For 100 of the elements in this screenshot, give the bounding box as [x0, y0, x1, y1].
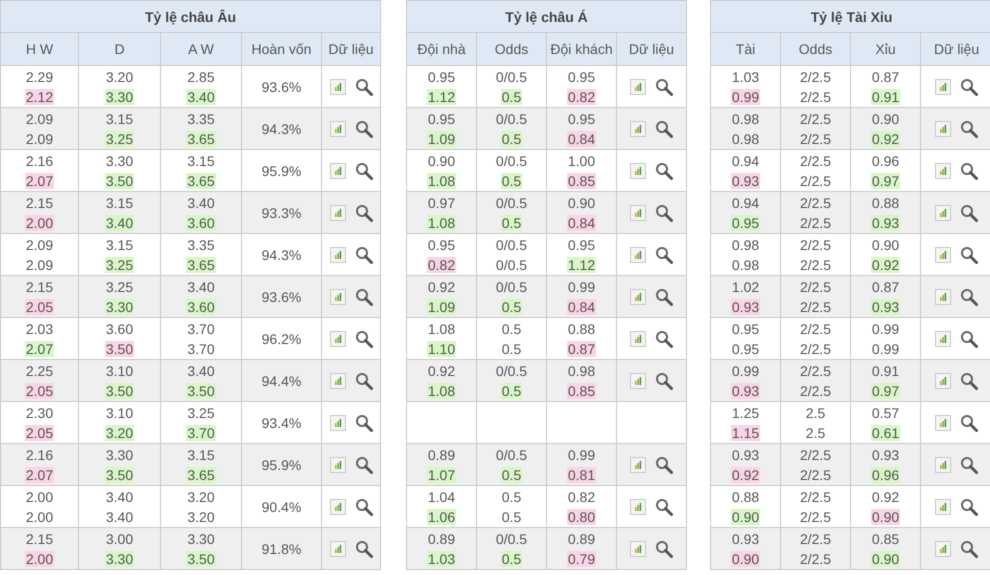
search-icon[interactable]	[354, 120, 372, 138]
closing-odds: 0.87	[566, 340, 596, 356]
search-icon[interactable]	[960, 288, 978, 306]
closing-odds: 2.07	[24, 340, 54, 356]
chart-icon[interactable]	[935, 498, 952, 514]
chart-icon[interactable]	[330, 330, 346, 346]
closing-odds: 0.5	[500, 382, 522, 398]
chart-icon[interactable]	[630, 204, 646, 220]
opening-odds: 2.00	[26, 488, 54, 504]
chart-icon[interactable]	[630, 456, 646, 472]
chart-icon[interactable]	[935, 78, 952, 94]
closing-odds: 2/2.5	[798, 550, 832, 566]
search-icon[interactable]	[655, 246, 674, 264]
opening-odds: 3.40	[106, 488, 134, 504]
chart-icon[interactable]	[935, 540, 952, 556]
chart-icon[interactable]	[935, 414, 952, 430]
chart-icon[interactable]	[330, 204, 346, 220]
search-icon[interactable]	[655, 540, 674, 558]
opening-odds: 3.40	[187, 362, 215, 378]
search-icon[interactable]	[960, 372, 978, 390]
search-icon[interactable]	[354, 330, 372, 348]
search-icon[interactable]	[960, 204, 978, 222]
search-icon[interactable]	[960, 246, 978, 264]
chart-icon[interactable]	[330, 540, 346, 556]
chart-icon[interactable]	[330, 120, 346, 136]
opening-odds: 1.08	[428, 320, 456, 336]
closing-odds: 3.30	[104, 88, 134, 104]
search-icon[interactable]	[960, 456, 978, 474]
search-icon[interactable]	[960, 414, 978, 432]
chart-icon[interactable]	[935, 330, 952, 346]
chart-icon[interactable]	[630, 120, 646, 136]
chart-icon[interactable]	[330, 78, 346, 94]
opening-odds: 0.93	[732, 530, 760, 546]
search-icon[interactable]	[354, 456, 372, 474]
chart-icon[interactable]	[935, 162, 952, 178]
search-icon[interactable]	[354, 162, 372, 180]
search-icon[interactable]	[655, 456, 674, 474]
search-icon[interactable]	[960, 120, 978, 138]
chart-icon[interactable]	[935, 204, 952, 220]
opening-odds: 0.99	[872, 320, 900, 336]
chart-icon[interactable]	[330, 162, 346, 178]
closing-odds: 3.40	[104, 214, 134, 230]
chart-icon[interactable]	[330, 288, 346, 304]
chart-icon[interactable]	[935, 372, 952, 388]
search-icon[interactable]	[655, 78, 674, 96]
closing-odds: 0.92	[870, 130, 900, 146]
chart-icon[interactable]	[630, 162, 646, 178]
search-icon[interactable]	[960, 162, 978, 180]
search-icon[interactable]	[655, 120, 674, 138]
chart-icon[interactable]	[935, 288, 952, 304]
opening-odds: 0.95	[732, 320, 760, 336]
search-icon[interactable]	[655, 204, 674, 222]
search-icon[interactable]	[655, 162, 674, 180]
closing-odds: 0.98	[730, 256, 760, 272]
opening-odds: 2.16	[26, 152, 54, 168]
closing-odds: 0.98	[730, 130, 760, 146]
chart-icon[interactable]	[330, 456, 346, 472]
opening-odds: 2.09	[26, 236, 54, 252]
chart-icon[interactable]	[330, 498, 346, 514]
search-icon[interactable]	[354, 540, 372, 558]
closing-odds: 2/2.5	[798, 382, 832, 398]
search-icon[interactable]	[354, 204, 372, 222]
search-icon[interactable]	[655, 330, 674, 348]
chart-icon[interactable]	[630, 330, 646, 346]
search-icon[interactable]	[354, 78, 372, 96]
closing-odds: 2/2.5	[798, 214, 832, 230]
chart-icon[interactable]	[630, 540, 646, 556]
search-icon[interactable]	[655, 498, 674, 516]
chart-icon[interactable]	[330, 372, 346, 388]
search-icon[interactable]	[354, 246, 372, 264]
opening-odds: 3.15	[106, 110, 134, 126]
column-header: Odds	[476, 32, 546, 66]
opening-odds: 0/0.5	[496, 194, 528, 210]
closing-odds: 1.15	[730, 424, 760, 440]
chart-icon[interactable]	[630, 288, 646, 304]
closing-odds: 3.30	[104, 298, 134, 314]
chart-icon[interactable]	[630, 498, 646, 514]
opening-odds: 0.95	[568, 68, 596, 84]
chart-icon[interactable]	[935, 246, 952, 262]
chart-icon[interactable]	[935, 120, 952, 136]
chart-icon[interactable]	[630, 246, 646, 262]
search-icon[interactable]	[354, 288, 372, 306]
search-icon[interactable]	[655, 288, 674, 306]
search-icon[interactable]	[960, 330, 978, 348]
chart-icon[interactable]	[630, 78, 646, 94]
search-icon[interactable]	[655, 372, 674, 390]
chart-icon[interactable]	[935, 456, 952, 472]
search-icon[interactable]	[354, 414, 372, 432]
search-icon[interactable]	[960, 498, 978, 516]
opening-odds: 0.87	[872, 278, 900, 294]
search-icon[interactable]	[960, 540, 978, 558]
chart-icon[interactable]	[630, 372, 646, 388]
opening-odds: 0/0.5	[496, 236, 528, 252]
chart-icon[interactable]	[330, 414, 346, 430]
chart-icon[interactable]	[330, 246, 346, 262]
opening-odds: 2/2.5	[800, 194, 832, 210]
search-icon[interactable]	[354, 372, 372, 390]
search-icon[interactable]	[960, 78, 978, 96]
closing-odds: 3.65	[186, 256, 216, 272]
search-icon[interactable]	[354, 498, 372, 516]
